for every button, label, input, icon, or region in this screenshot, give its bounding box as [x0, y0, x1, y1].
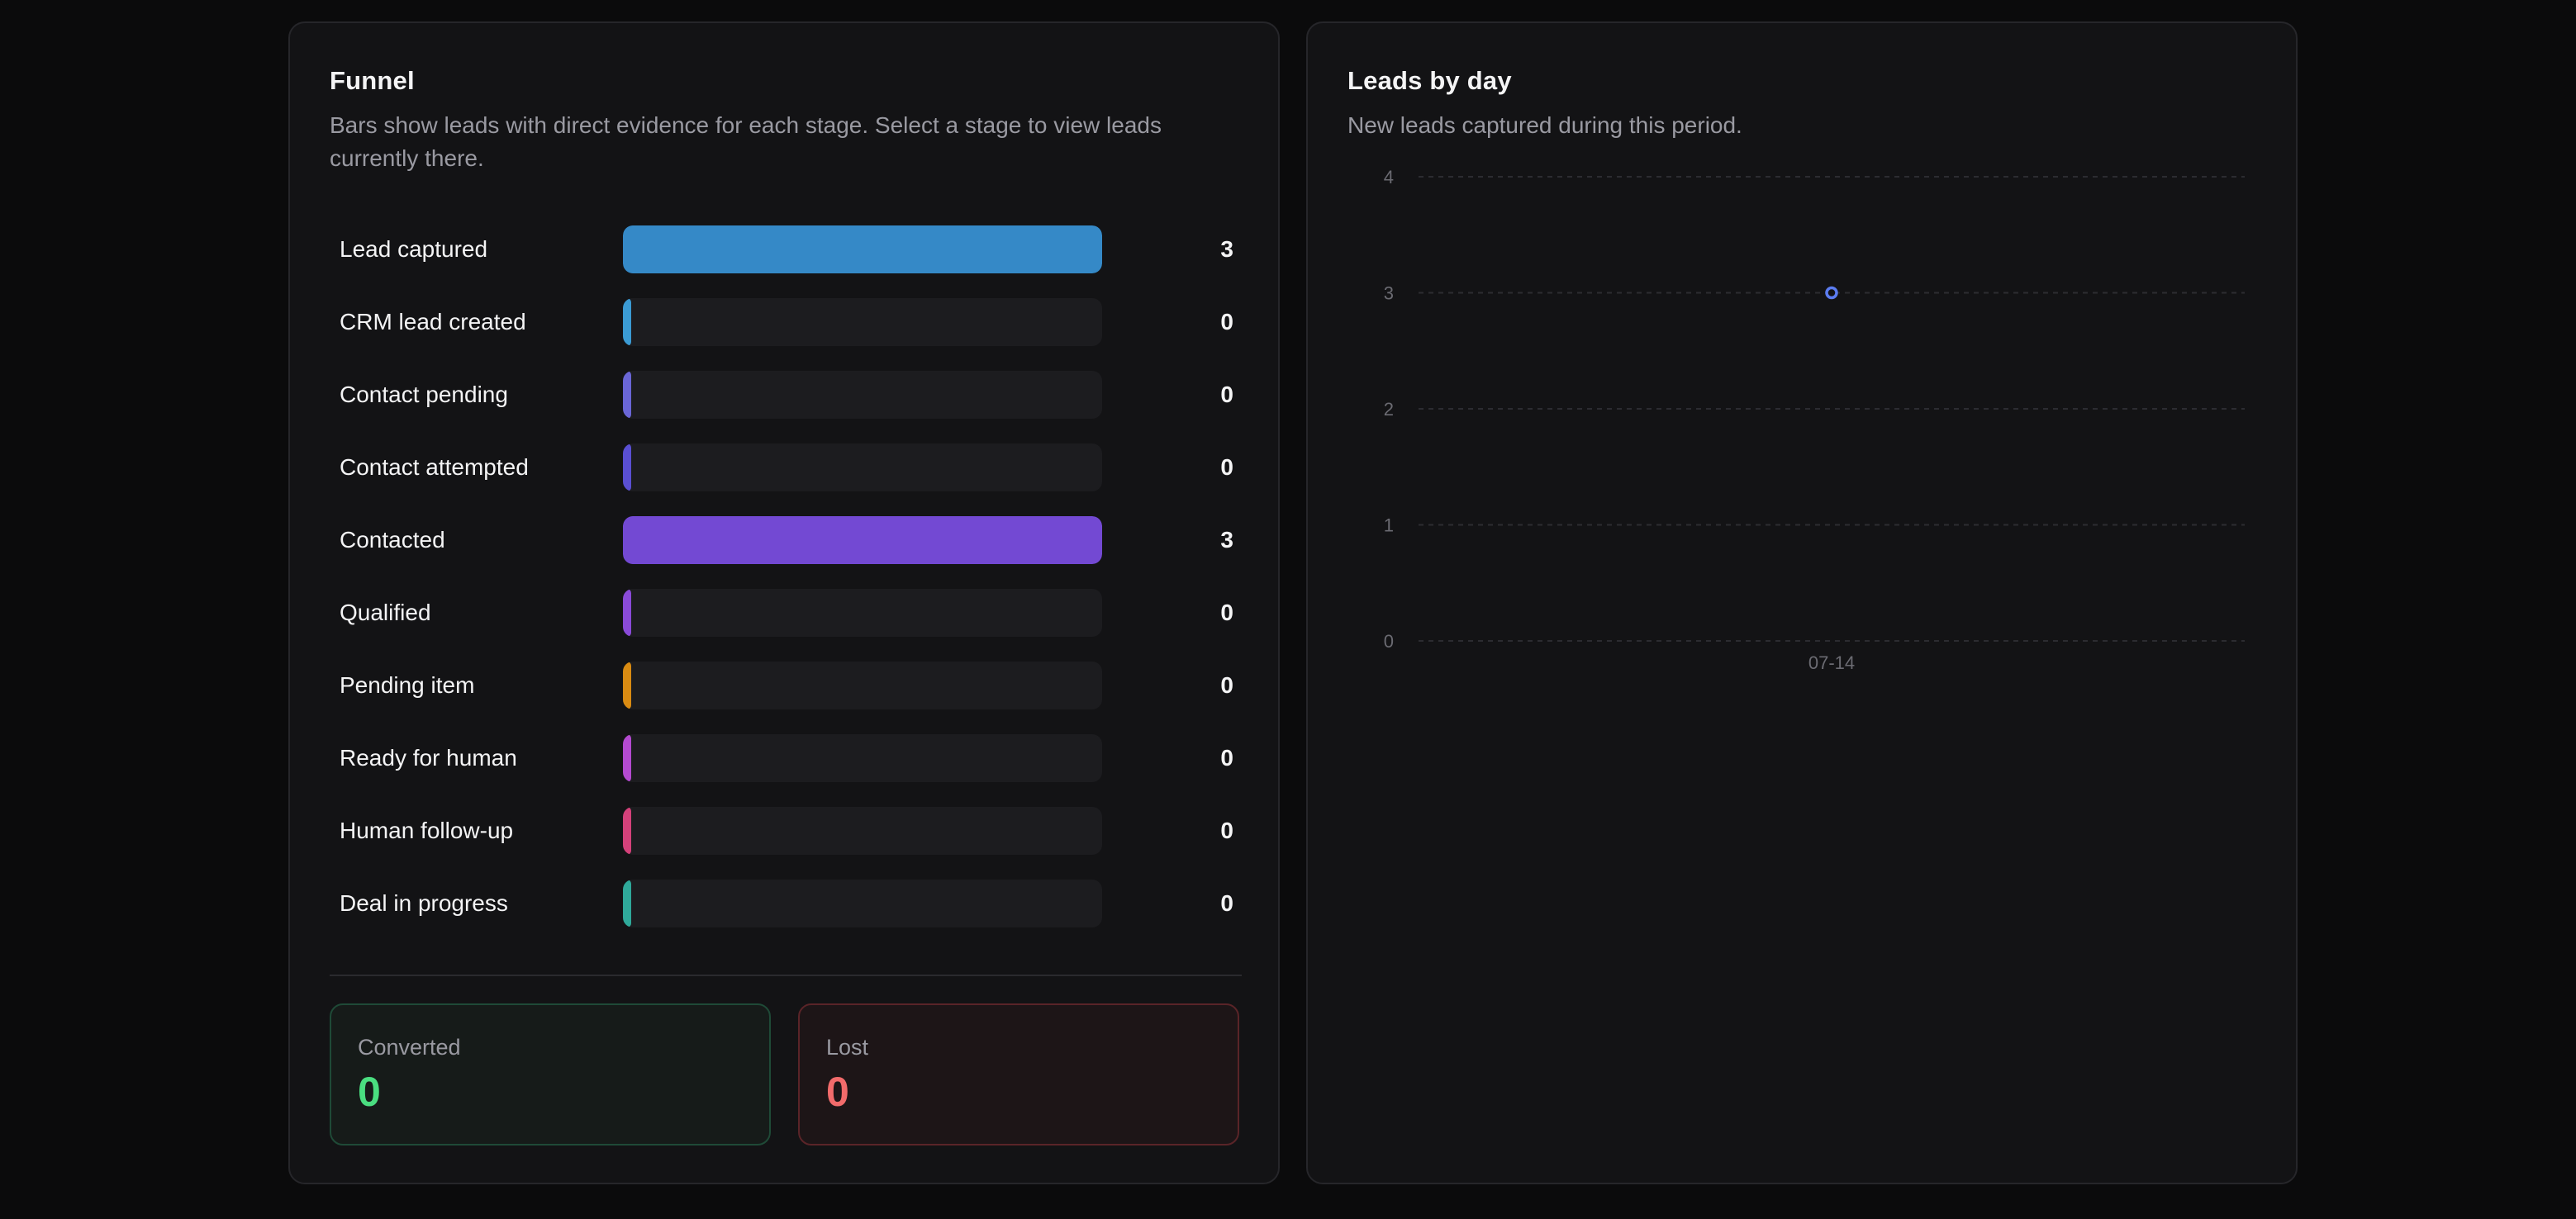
funnel-stage-row[interactable]: Lead captured 3 — [330, 225, 1242, 273]
stage-bar-track — [623, 516, 1102, 564]
x-tick-label: 07-14 — [1808, 652, 1855, 673]
stage-bar-track — [623, 662, 1102, 709]
leads-by-day-chart: 0 1 2 3 4 07-14 — [1384, 167, 2245, 673]
stage-count: 0 — [1220, 745, 1233, 771]
stage-bar-fill — [623, 734, 631, 782]
stage-bar-fill — [623, 807, 631, 855]
funnel-stage-row[interactable]: Qualified 0 — [330, 589, 1242, 637]
dashboard-page: Funnel Bars show leads with direct evide… — [0, 0, 2576, 1219]
funnel-title: Funnel — [330, 66, 415, 95]
stage-bar-track — [623, 734, 1102, 782]
y-tick-label: 4 — [1384, 167, 1394, 187]
stage-bar-fill — [623, 443, 631, 491]
lost-label: Lost — [826, 1035, 869, 1060]
lost-value: 0 — [826, 1069, 849, 1115]
stage-bar-track — [623, 807, 1102, 855]
stage-label: Lead captured — [340, 236, 488, 262]
stage-count: 0 — [1220, 309, 1233, 334]
y-tick-label: 2 — [1384, 399, 1394, 420]
stage-bar-track — [623, 443, 1102, 491]
stage-count: 3 — [1220, 236, 1233, 262]
data-point[interactable] — [1825, 286, 1838, 300]
leads-by-day-card: Leads by day New leads captured during t… — [1306, 21, 2298, 1184]
funnel-stage-row[interactable]: Ready for human 0 — [330, 734, 1242, 782]
stage-bar-track — [623, 371, 1102, 419]
funnel-stage-row[interactable]: Contacted 3 — [330, 516, 1242, 564]
stage-count: 3 — [1220, 527, 1233, 553]
converted-label: Converted — [358, 1035, 461, 1060]
stage-bar-fill — [623, 371, 631, 419]
funnel-stage-row[interactable]: Contact attempted 0 — [330, 443, 1242, 491]
funnel-stage-row[interactable]: Contact pending 0 — [330, 371, 1242, 419]
stage-count: 0 — [1220, 672, 1233, 698]
funnel-stage-row[interactable]: CRM lead created 0 — [330, 298, 1242, 346]
stage-label: Pending item — [340, 672, 475, 698]
stage-count: 0 — [1220, 382, 1233, 407]
stage-bar-fill — [623, 880, 631, 927]
funnel-divider — [330, 975, 1242, 976]
funnel-stage-row[interactable]: Deal in progress 0 — [330, 880, 1242, 927]
stage-bar-fill — [623, 516, 1102, 564]
y-tick-label: 0 — [1384, 631, 1394, 652]
stage-label: Ready for human — [340, 745, 517, 771]
stage-count: 0 — [1220, 600, 1233, 625]
stage-label: Contacted — [340, 527, 445, 553]
stage-label: Qualified — [340, 600, 431, 625]
stage-count: 0 — [1220, 890, 1233, 916]
y-tick-label: 1 — [1384, 515, 1394, 536]
funnel-description: Bars show leads with direct evidence for… — [330, 112, 1162, 171]
stage-bar-track — [623, 589, 1102, 637]
stage-bar-fill — [623, 589, 631, 637]
stage-bar-track — [623, 225, 1102, 273]
stage-bar-track — [623, 880, 1102, 927]
stage-label: Contact pending — [340, 382, 508, 407]
stage-count: 0 — [1220, 818, 1233, 843]
stage-label: Contact attempted — [340, 454, 529, 480]
lost-stat: Lost 0 — [798, 1003, 1239, 1145]
stage-label: Human follow-up — [340, 818, 514, 843]
funnel-stage-row[interactable]: Pending item 0 — [330, 662, 1242, 709]
stage-label: CRM lead created — [340, 309, 526, 334]
stage-bar-fill — [623, 662, 631, 709]
funnel-card: Funnel Bars show leads with direct evide… — [288, 21, 1280, 1184]
stage-bar-fill — [623, 225, 1102, 273]
stage-label: Deal in progress — [340, 890, 508, 916]
funnel-stage-row[interactable]: Human follow-up 0 — [330, 807, 1242, 855]
stage-bar-track — [623, 298, 1102, 346]
converted-value: 0 — [358, 1069, 381, 1115]
stage-count: 0 — [1220, 454, 1233, 480]
stage-bar-fill — [623, 298, 631, 346]
converted-stat: Converted 0 — [330, 1003, 771, 1145]
y-tick-label: 3 — [1384, 283, 1394, 304]
